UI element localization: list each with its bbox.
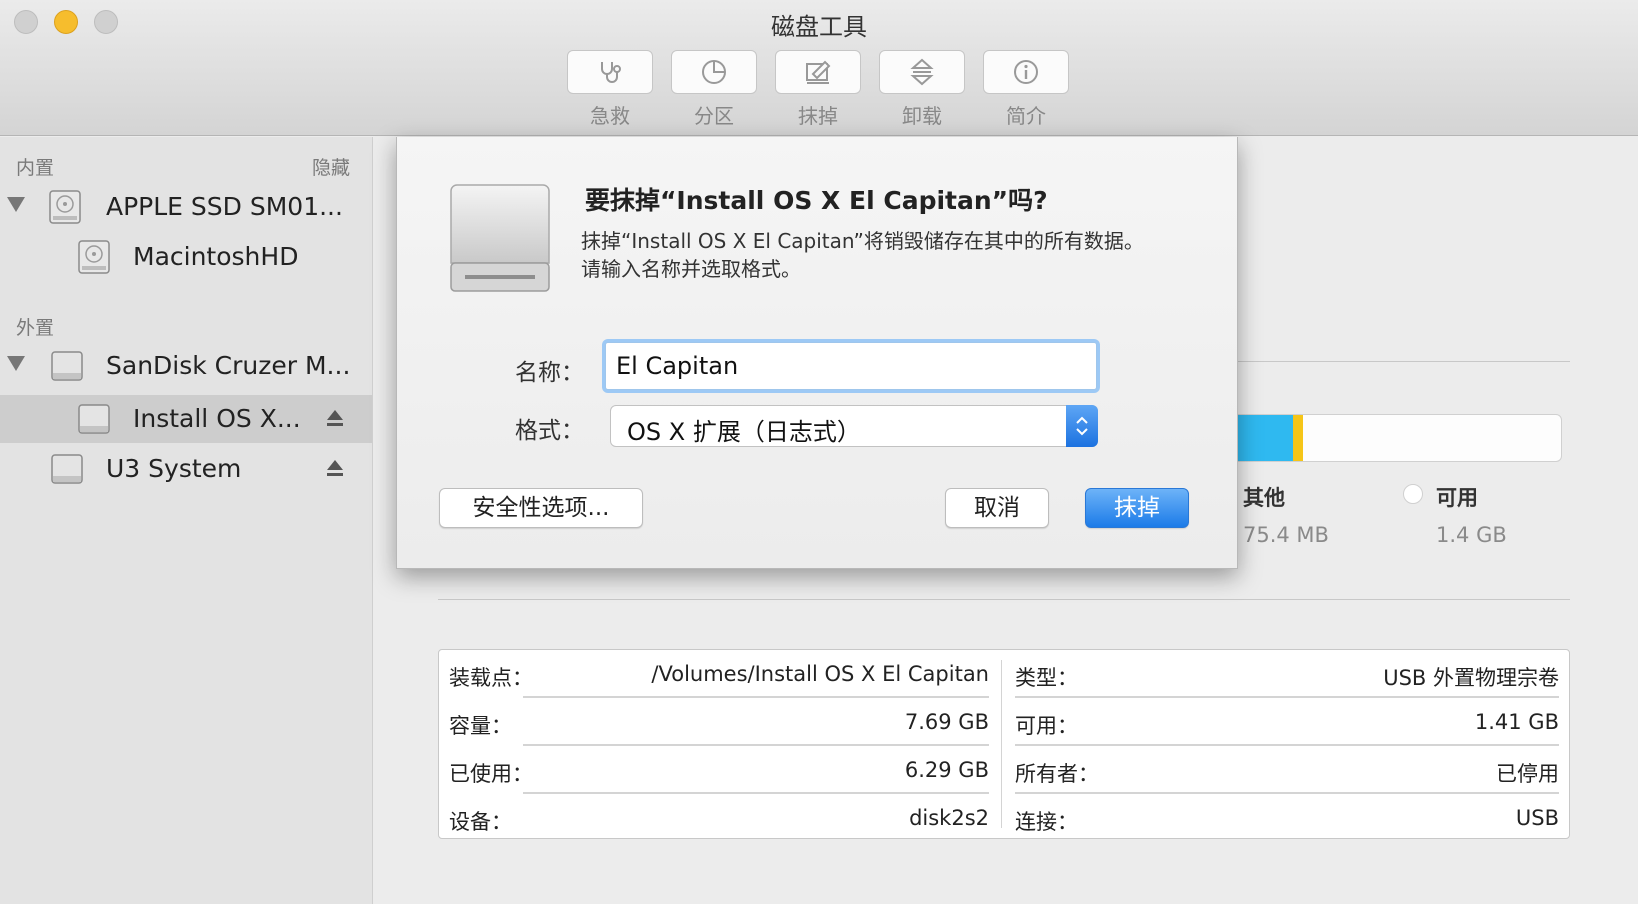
column-divider [1001, 660, 1002, 828]
toolbar: 急救 分区 抹掉 卸载 简介 [567, 50, 1069, 129]
sidebar-item-install-os-x[interactable]: Install OS X... [0, 395, 372, 443]
sidebar: 内置 隐藏 APPLE SSD SM01... MacintoshHD 外置 S… [0, 137, 373, 904]
info-value: disk2s2 [909, 806, 989, 830]
format-select-value: OS X 扩展（日志式） [627, 418, 861, 446]
internal-disk-icon [49, 190, 81, 224]
erase-tool[interactable]: 抹掉 [775, 50, 861, 129]
eject-icon[interactable] [326, 409, 344, 427]
eraser-icon [806, 60, 831, 84]
legend-free-value: 1.4 GB [1436, 523, 1507, 547]
info-device: 设备： disk2s2 [449, 794, 989, 842]
usage-other-segment [1293, 415, 1303, 461]
erase-dialog: 要抹掉“Install OS X El Capitan”吗? 抹掉“Instal… [396, 137, 1238, 569]
info-mount-point: 装载点： /Volumes/Install OS X El Capitan [449, 650, 989, 698]
unmount-label: 卸载 [902, 104, 942, 128]
partition-tool[interactable]: 分区 [671, 50, 757, 129]
unmount-icon [910, 58, 934, 86]
dialog-message-line: 请输入名称并选取格式。 [581, 257, 801, 281]
erase-button[interactable]: 抹掉 [1085, 488, 1189, 528]
info-value: 1.41 GB [1474, 710, 1559, 734]
external-drive-icon [450, 184, 550, 292]
dialog-title: 要抹掉“Install OS X El Capitan”吗? [585, 186, 1048, 215]
internal-section-label: 内置 [16, 157, 55, 179]
window-title: 磁盘工具 [771, 13, 867, 41]
info-key: 所有者： [1015, 762, 1099, 786]
info-type: 类型： USB 外置物理宗卷 [1015, 650, 1559, 698]
info-key: 连接： [1015, 810, 1078, 834]
info-capacity: 容量： 7.69 GB [449, 698, 989, 746]
dialog-message: 抹掉“Install OS X El Capitan”将销毁储存在其中的所有数据… [581, 227, 1144, 283]
info-key: 装载点： [449, 666, 533, 690]
disclosure-triangle-icon[interactable] [7, 197, 25, 212]
stethoscope-icon [601, 62, 621, 83]
dialog-message-line: 抹掉“Install OS X El Capitan”将销毁储存在其中的所有数据… [581, 229, 1144, 253]
external-section-label: 外置 [16, 317, 55, 339]
disclosure-triangle-icon[interactable] [7, 356, 25, 371]
info-value: 6.29 GB [904, 758, 989, 782]
title-bar: 磁盘工具 急救 分区 抹掉 卸载 简介 [0, 0, 1638, 136]
info-used: 已使用： 6.29 GB [449, 746, 989, 794]
format-select[interactable]: OS X 扩展（日志式） [610, 405, 1098, 447]
sidebar-item-label: U3 System [106, 454, 242, 483]
internal-volume-icon [78, 240, 110, 274]
divider [1180, 361, 1570, 362]
legend-other-value: 75.4 MB [1243, 523, 1329, 547]
security-options-button[interactable]: 安全性选项... [439, 488, 643, 528]
divider [438, 599, 1570, 600]
name-label: 名称： [515, 360, 584, 386]
external-volume-icon [51, 454, 83, 484]
first-aid-button[interactable] [567, 50, 653, 94]
sidebar-item-sandisk[interactable]: SanDisk Cruzer M... [0, 342, 372, 390]
volume-name-input[interactable] [605, 342, 1097, 390]
info-icon [1014, 60, 1038, 84]
first-aid-tool[interactable]: 急救 [567, 50, 653, 129]
chevron-updown-icon [1076, 416, 1088, 436]
pie-chart-icon [702, 60, 726, 84]
sidebar-item-u3-system[interactable]: U3 System [0, 445, 372, 493]
info-label: 简介 [1006, 104, 1046, 128]
info-tool[interactable]: 简介 [983, 50, 1069, 129]
first-aid-label: 急救 [590, 104, 630, 128]
sidebar-item-apple-ssd[interactable]: APPLE SSD SM01... [0, 183, 372, 231]
erase-label: 抹掉 [798, 104, 838, 128]
sidebar-item-label: APPLE SSD SM01... [106, 192, 343, 221]
info-button[interactable] [983, 50, 1069, 94]
info-key: 可用： [1015, 714, 1078, 738]
info-value: 7.69 GB [904, 710, 989, 734]
info-value: 已停用 [1496, 762, 1559, 786]
external-volume-icon [78, 404, 110, 434]
info-value: /Volumes/Install OS X El Capitan [651, 662, 989, 686]
format-label: 格式： [515, 418, 584, 444]
unmount-tool[interactable]: 卸载 [879, 50, 965, 129]
sidebar-item-label: Install OS X... [133, 404, 301, 433]
cancel-button[interactable]: 取消 [945, 488, 1049, 528]
partition-button[interactable] [671, 50, 757, 94]
info-key: 设备： [449, 810, 512, 834]
legend-free-swatch [1403, 484, 1423, 504]
unmount-button[interactable] [879, 50, 965, 94]
info-connection: 连接： USB [1015, 794, 1559, 842]
legend-other-title: 其他 [1243, 486, 1285, 510]
sidebar-item-label: MacintoshHD [133, 242, 299, 271]
select-stepper[interactable] [1066, 405, 1098, 447]
info-key: 容量： [449, 714, 512, 738]
info-owners: 所有者： 已停用 [1015, 746, 1559, 794]
external-disk-icon [51, 351, 83, 381]
legend-free-title: 可用 [1436, 486, 1478, 510]
volume-info-table: 装载点： /Volumes/Install OS X El Capitan 容量… [438, 649, 1570, 839]
info-value: USB 外置物理宗卷 [1383, 666, 1559, 690]
partition-label: 分区 [694, 104, 734, 128]
info-key: 类型： [1015, 666, 1078, 690]
erase-toolbar-button[interactable] [775, 50, 861, 94]
sidebar-item-label: SanDisk Cruzer M... [106, 351, 351, 380]
sidebar-item-macintoshhd[interactable]: MacintoshHD [0, 233, 372, 281]
info-key: 已使用： [449, 762, 533, 786]
hide-internal-button[interactable]: 隐藏 [312, 153, 350, 180]
eject-icon[interactable] [326, 459, 344, 477]
info-value: USB [1515, 806, 1559, 830]
info-available: 可用： 1.41 GB [1015, 698, 1559, 746]
